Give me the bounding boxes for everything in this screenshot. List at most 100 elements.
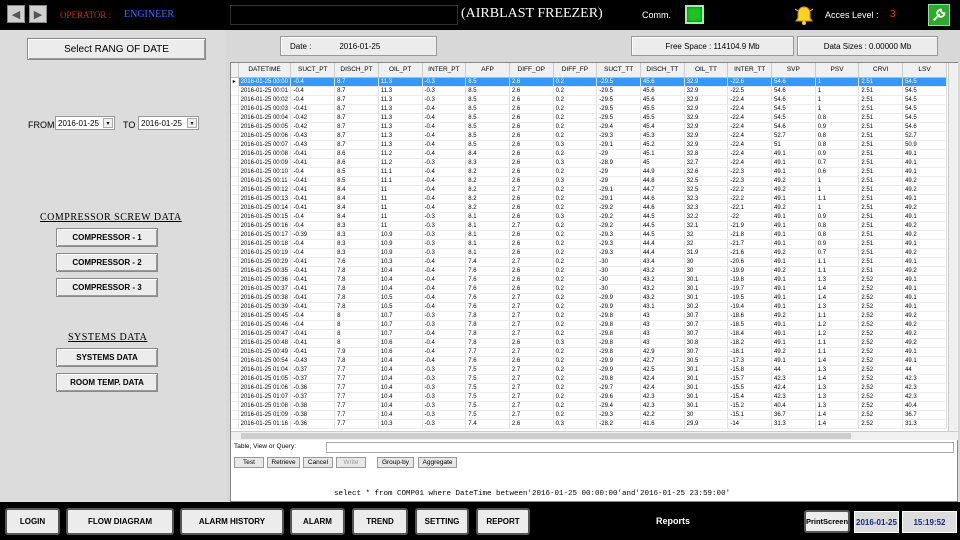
horizontal-scrollbar[interactable] <box>231 431 958 440</box>
table-row[interactable]: 2016-01-25 00:35 -0.41 7.8 10.4 -0.4 7.6 2.6 0.… <box>231 266 947 276</box>
table-row[interactable]: 2016-01-25 00:48 -0.41 8 10.6 -0.4 7.8 2.6 0.3-… <box>231 338 947 348</box>
table-row[interactable]: 2016-01-25 01:08 -0.38 7.7 10.4 -0.3 7.5 2.7 0.… <box>231 401 947 411</box>
table-row[interactable]: ▸ 2016-01-25 00:00 -0.4 8.7 11.3 -0.3 8.5 2.6 0.… <box>231 77 947 87</box>
trend-button[interactable]: TREND <box>352 508 408 535</box>
forward-arrow-icon[interactable]: ▶ <box>29 5 47 23</box>
table-cell: 10.4 <box>378 383 423 393</box>
group-by-button[interactable]: Group-by <box>377 457 414 468</box>
table-row[interactable]: 2016-01-25 01:16 -0.36 7.7 10.3 -0.3 7.4 2.6 0.… <box>231 419 947 429</box>
table-row[interactable]: 2016-01-25 00:10 -0.4 8.5 11.1 -0.4 8.2 2.6 0.2… <box>231 167 947 177</box>
table-row[interactable]: 2016-01-25 00:19 -0.4 8.3 10.9 -0.3 8.1 2.6 0.2… <box>231 248 947 258</box>
table-cell: 2.52 <box>858 329 904 339</box>
column-header[interactable]: SUCT_PT <box>290 63 336 78</box>
calendar-dropdown-icon[interactable]: ▾ <box>187 118 197 128</box>
column-header[interactable]: OIL_PT <box>378 63 423 78</box>
table-row[interactable]: 2016-01-25 00:39 -0.41 7.8 10.5 -0.4 7.6 2.7 0.… <box>231 302 947 312</box>
query-input[interactable] <box>326 442 954 453</box>
table-cell: 0.2 <box>553 122 598 132</box>
table-cell: 2016-01-25 00:48 <box>238 338 292 348</box>
table-row[interactable]: 2016-01-25 00:13 -0.41 8.4 11 -0.4 8.2 2.6 0.2-… <box>231 194 947 204</box>
select-range-button[interactable]: Select RANG OF DATE <box>27 38 206 60</box>
flow-diagram-button[interactable]: FLOW DIAGRAM <box>66 508 174 535</box>
column-header[interactable]: DISCH_PT <box>334 63 379 78</box>
to-label: TO <box>123 120 136 130</box>
compressor-2-button[interactable]: COMPRESSOR - 2 <box>56 253 158 272</box>
table-row[interactable]: 2016-01-25 00:36 -0.41 7.8 10.4 -0.4 7.6 2.6 0.… <box>231 275 947 285</box>
column-header[interactable]: LSV <box>902 63 947 78</box>
from-date-picker[interactable]: 2016-01-25 ▾ <box>55 116 115 130</box>
table-row[interactable]: 2016-01-25 00:45 -0.4 8 10.7 -0.3 7.8 2.7 0.2 -2… <box>231 311 947 321</box>
alarm-history-button[interactable]: ALARM HISTORY <box>180 508 284 535</box>
compressor-1-button[interactable]: COMPRESSOR - 1 <box>56 228 158 247</box>
table-row[interactable]: 2016-01-25 00:17 -0.39 8.3 10.9 -0.3 8.1 2.6 0.… <box>231 230 947 240</box>
table-row[interactable]: 2016-01-25 00:15 -0.4 8.4 11 -0.3 8.1 2.6 0.3 -2… <box>231 212 947 222</box>
table-row[interactable]: 2016-01-25 00:07 -0.43 8.7 11.3 -0.4 8.5 2.6 0.… <box>231 140 947 150</box>
systems-data-button[interactable]: SYSTEMS DATA <box>56 348 158 367</box>
table-row[interactable]: 2016-01-25 00:18 -0.4 8.3 10.9 -0.3 8.1 2.6 0.2… <box>231 239 947 249</box>
column-header[interactable]: OIL_TT <box>684 63 729 78</box>
column-header[interactable]: INTER_PT <box>422 63 467 78</box>
test-button[interactable]: Test <box>234 457 264 468</box>
table-cell: 10.7 <box>378 320 423 330</box>
write-button[interactable]: Write <box>336 457 366 468</box>
calendar-dropdown-icon[interactable]: ▾ <box>103 118 113 128</box>
column-header[interactable]: DIFF_FP <box>553 63 598 78</box>
alarm-button[interactable]: ALARM <box>290 508 345 535</box>
column-header[interactable]: DIFF_OP <box>509 63 554 78</box>
table-row[interactable]: 2016-01-25 00:02 -0.4 8.7 11.3 -0.3 8.5 2.6 0.2… <box>231 95 947 105</box>
table-row[interactable]: 2016-01-25 01:06 -0.36 7.7 10.4 -0.3 7.5 2.7 0.… <box>231 383 947 393</box>
to-date-picker[interactable]: 2016-01-25 ▾ <box>138 116 199 130</box>
alarm-bell-icon[interactable] <box>793 4 815 26</box>
table-row[interactable]: 2016-01-25 00:46 -0.4 8 10.7 -0.3 7.8 2.7 0.2 -2… <box>231 320 947 330</box>
column-header[interactable]: SVP <box>771 63 816 78</box>
table-row[interactable]: 2016-01-25 01:04 -0.37 7.7 10.4 -0.3 7.5 2.7 0.… <box>231 365 947 375</box>
table-row[interactable]: 2016-01-25 01:07 -0.37 7.7 10.4 -0.3 7.5 2.7 0.… <box>231 392 947 402</box>
table-cell: -0.4 <box>422 140 467 150</box>
table-row[interactable]: 2016-01-25 00:54 -0.43 7.8 10.4 -0.4 7.6 2.6 0.… <box>231 356 947 366</box>
table-row[interactable]: 2016-01-25 00:11 -0.41 8.5 11.1 -0.4 8.2 2.6 0.… <box>231 176 947 186</box>
table-row[interactable]: 2016-01-25 01:09 -0.38 7.7 10.4 -0.3 7.5 2.7 0.… <box>231 410 947 420</box>
row-indicator <box>231 365 239 375</box>
column-header[interactable]: DISCH_TT <box>640 63 685 78</box>
table-cell: 0.2 <box>553 230 598 240</box>
report-button[interactable]: REPORT <box>476 508 530 535</box>
column-header[interactable]: INTER_TT <box>727 63 773 78</box>
table-row[interactable]: 2016-01-25 00:03 -0.41 8.7 11.3 -0.4 8.5 2.6 0.… <box>231 104 947 114</box>
compressor-3-button[interactable]: COMPRESSOR - 3 <box>56 278 158 297</box>
print-screen-button[interactable]: PrintScreen <box>804 510 850 533</box>
table-row[interactable]: 2016-01-25 00:37 -0.41 7.8 10.4 -0.4 7.6 2.6 0.… <box>231 284 947 294</box>
cancel-button[interactable]: Cancel <box>303 457 333 468</box>
table-cell: 8.5 <box>465 95 510 105</box>
table-cell: 42.9 <box>640 347 685 357</box>
column-header[interactable]: PSV <box>815 63 860 78</box>
table-row[interactable]: 2016-01-25 00:09 -0.41 8.6 11.2 -0.3 8.3 2.6 0.… <box>231 158 947 168</box>
table-row[interactable]: 2016-01-25 00:16 -0.4 8.3 11 -0.3 8.1 2.7 0.2 -2… <box>231 221 947 231</box>
table-row[interactable]: 2016-01-25 00:12 -0.41 8.4 11 -0.4 8.2 2.7 0.2-… <box>231 185 947 195</box>
login-button[interactable]: LOGIN <box>5 508 60 535</box>
table-row[interactable]: 2016-01-25 01:05 -0.37 7.7 10.4 -0.3 7.5 2.7 0.… <box>231 374 947 384</box>
scroll-thumb[interactable] <box>241 433 851 439</box>
table-row[interactable]: 2016-01-25 00:14 -0.41 8.4 11 -0.4 8.2 2.6 0.2-… <box>231 203 947 213</box>
column-header[interactable]: DATETIME <box>238 63 292 78</box>
column-header[interactable]: AFP <box>465 63 510 78</box>
wrench-icon[interactable] <box>928 4 950 26</box>
back-arrow-icon[interactable]: ◀ <box>7 5 25 23</box>
table-row[interactable]: 2016-01-25 00:06 -0.43 8.7 11.3 -0.4 8.5 2.6 0.… <box>231 131 947 141</box>
table-row[interactable]: 2016-01-25 00:05 -0.42 8.7 11.3 -0.4 8.5 2.6 0.… <box>231 122 947 132</box>
retrieve-button[interactable]: Retrieve <box>267 457 300 468</box>
aggregate-button[interactable]: Aggregate <box>418 457 457 468</box>
table-row[interactable]: 2016-01-25 00:08 -0.41 8.6 11.2 -0.4 8.4 2.6 0.… <box>231 149 947 159</box>
column-header[interactable]: CRVI <box>858 63 904 78</box>
table-cell: 49.1 <box>771 329 816 339</box>
setting-button[interactable]: SETTING <box>415 508 469 535</box>
table-row[interactable]: 2016-01-25 00:29 -0.41 7.6 10.3 -0.4 7.4 2.7 0.… <box>231 257 947 267</box>
column-header[interactable]: SUCT_TT <box>596 63 641 78</box>
room-temp-data-button[interactable]: ROOM TEMP. DATA <box>56 373 158 392</box>
table-row[interactable]: 2016-01-25 00:04 -0.42 8.7 11.3 -0.4 8.5 2.6 0.… <box>231 113 947 123</box>
table-row[interactable]: 2016-01-25 00:01 -0.4 8.7 11.3 -0.3 8.5 2.6 0.2… <box>231 86 947 96</box>
vertical-scrollbar[interactable] <box>948 63 958 431</box>
table-row[interactable]: 2016-01-25 00:47 -0.41 8 10.7 -0.4 7.8 2.7 0.2-… <box>231 329 947 339</box>
table-row[interactable]: 2016-01-25 00:49 -0.41 7.9 10.6 -0.4 7.7 2.7 0.… <box>231 347 947 357</box>
table-row[interactable]: 2016-01-25 00:38 -0.41 7.8 10.5 -0.4 7.6 2.7 0.… <box>231 293 947 303</box>
redacted-block <box>230 5 458 25</box>
